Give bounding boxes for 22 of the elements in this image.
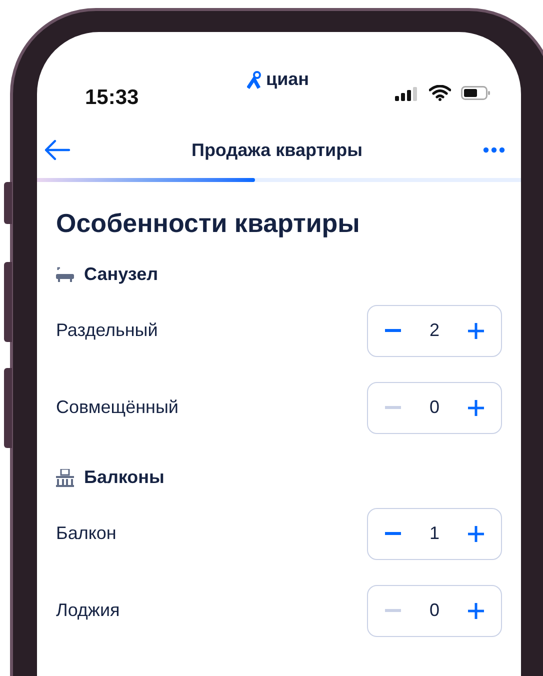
signal-icon [395, 87, 417, 101]
counter-value: 1 [429, 522, 440, 545]
page-title: Особенности квартиры [56, 207, 361, 240]
app-logo: циан [266, 68, 310, 91]
balcony-icon [56, 468, 74, 486]
counter-value: 0 [429, 396, 440, 419]
nav-title: Продажа квартиры [192, 138, 362, 162]
section-title: Санузел [84, 263, 158, 286]
status-time: 15:33 [85, 85, 139, 111]
more-icon[interactable] [482, 147, 505, 153]
option-label: Совмещённый [56, 396, 178, 419]
wifi-icon [429, 85, 451, 101]
counter-value: 2 [429, 319, 440, 342]
counter-value: 0 [429, 599, 440, 622]
option-label: Раздельный [56, 319, 158, 342]
pin-logo-icon [247, 70, 263, 88]
bathtub-icon [56, 266, 74, 282]
section-title: Балконы [84, 466, 164, 489]
option-label: Балкон [56, 522, 116, 545]
battery-icon [461, 86, 491, 100]
back-arrow-icon[interactable] [43, 139, 71, 161]
option-label: Лоджия [56, 599, 120, 622]
